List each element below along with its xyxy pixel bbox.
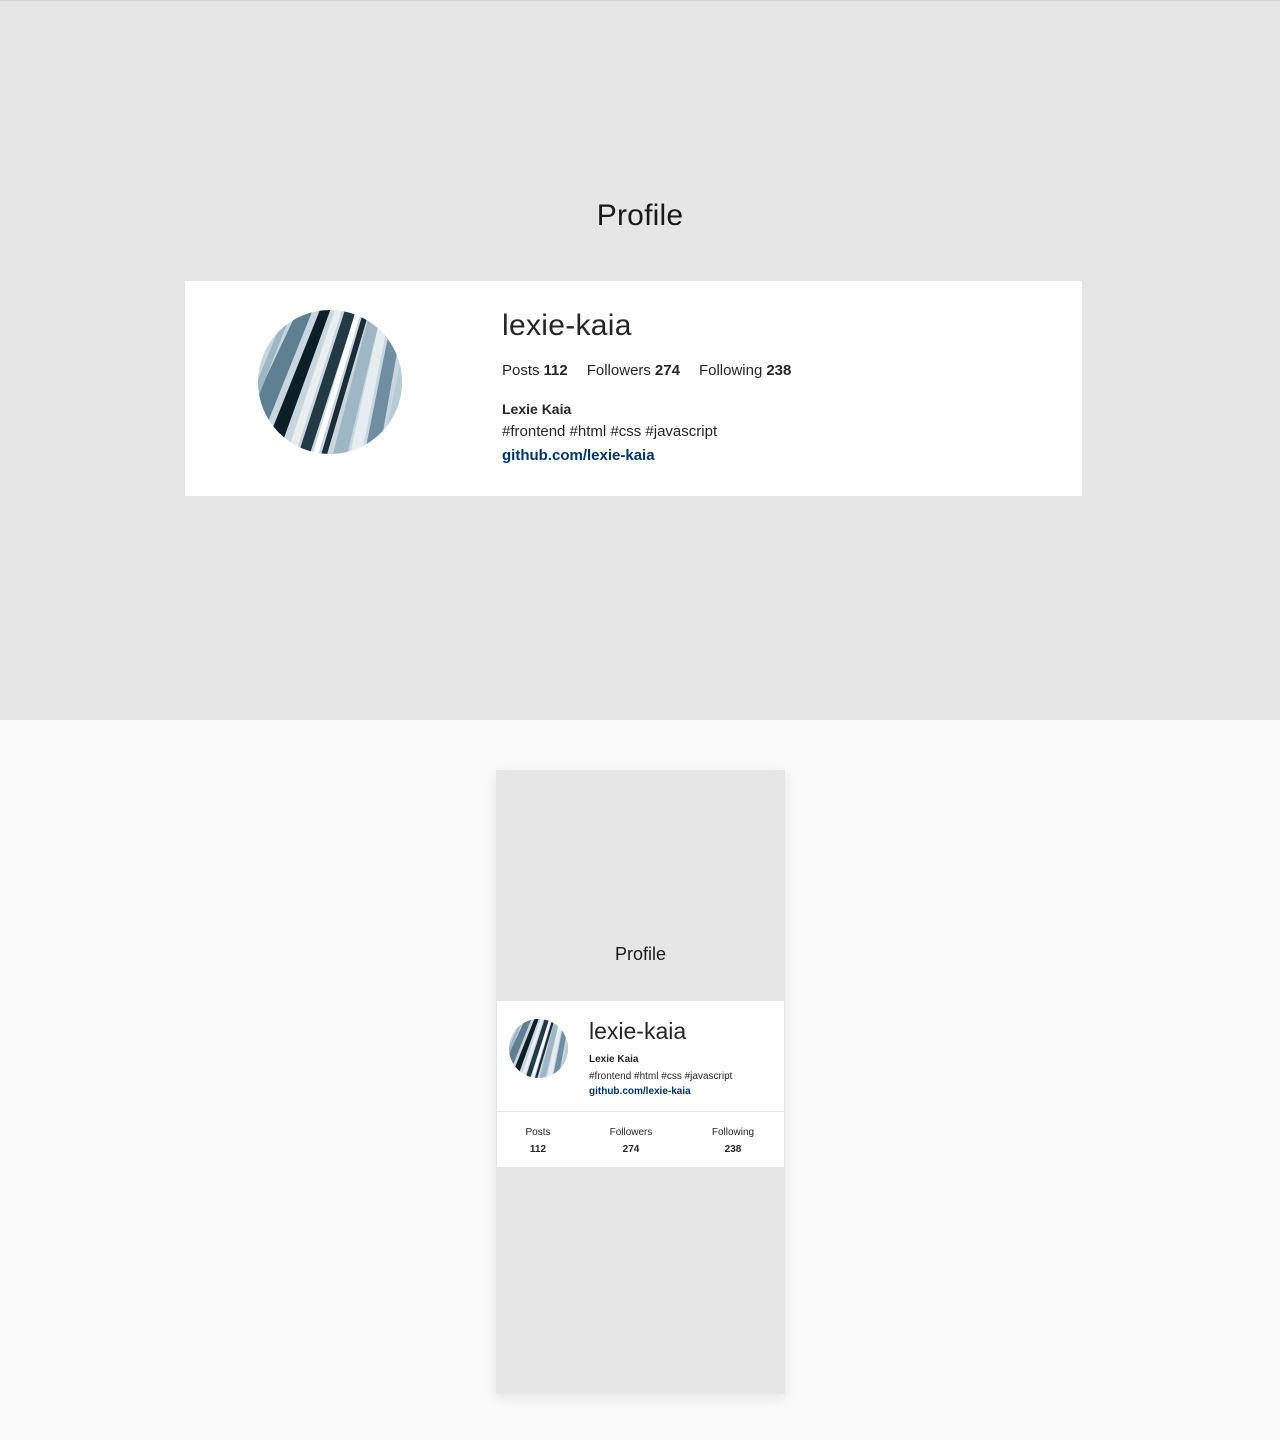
stat-value: 274 (622, 1144, 640, 1155)
stat-label: Posts (525, 1127, 551, 1138)
stat-value: 238 (766, 362, 792, 379)
stat-label: Followers (609, 1127, 653, 1138)
profile-link[interactable]: github.com/lexie-kaia (589, 1085, 732, 1099)
profile-card: lexie-kaia Lexie Kaia #frontend #html #c… (497, 1001, 784, 1167)
bio: #frontend #html #css #javascript (502, 423, 718, 440)
stat-value: 238 (724, 1144, 742, 1155)
page-title: Profile (614, 944, 667, 964)
profile-link[interactable]: github.com/lexie-kaia (502, 445, 810, 467)
stat-value: 112 (543, 362, 568, 379)
abstract-stripes-avatar-icon (258, 310, 402, 454)
desktop-view: Profile lexie-kaia Posts 112 Followers 274… (0, 0, 1280, 720)
full-name: Lexie Kaia (502, 401, 572, 417)
profile-info: lexie-kaia Lexie Kaia #frontend #html #c… (589, 1017, 732, 1099)
stat-posts[interactable]: Posts 112 (502, 361, 568, 381)
username: lexie-kaia (502, 309, 632, 342)
bio: #frontend #html #css #javascript (589, 1071, 733, 1082)
stat-value: 112 (529, 1144, 547, 1155)
avatar[interactable] (509, 1019, 568, 1078)
username: lexie-kaia (589, 1018, 687, 1044)
avatar[interactable] (258, 310, 402, 454)
stat-posts[interactable]: Posts 112 (503, 1124, 573, 1158)
stat-label: Posts (502, 362, 540, 379)
profile-card: lexie-kaia Posts 112 Followers 274 Followi… (185, 281, 1082, 496)
mobile-view: Profile lexie-kaia Lexie Kaia #frontend … (496, 770, 785, 1394)
stat-value: 274 (654, 362, 680, 379)
full-name: Lexie Kaia (589, 1054, 639, 1065)
stat-following[interactable]: Following 238 (698, 1124, 768, 1158)
profile-stats: Posts 112 Followers 274 Following 238 (502, 361, 810, 381)
stat-label: Followers (586, 362, 651, 379)
page-title: Profile (596, 199, 684, 232)
stat-followers[interactable]: Followers 274 (587, 361, 680, 381)
stat-followers[interactable]: Followers 274 (596, 1124, 666, 1158)
stat-label: Following (698, 362, 763, 379)
stat-label: Following (711, 1127, 755, 1138)
stat-following[interactable]: Following 238 (699, 361, 791, 381)
profile-stats: Posts 112 Followers 274 Following 238 (497, 1112, 784, 1167)
abstract-stripes-avatar-icon (509, 1019, 568, 1078)
profile-header: lexie-kaia Lexie Kaia #frontend #html #c… (497, 1001, 784, 1112)
profile-info: lexie-kaia Posts 112 Followers 274 Followi… (502, 307, 810, 467)
